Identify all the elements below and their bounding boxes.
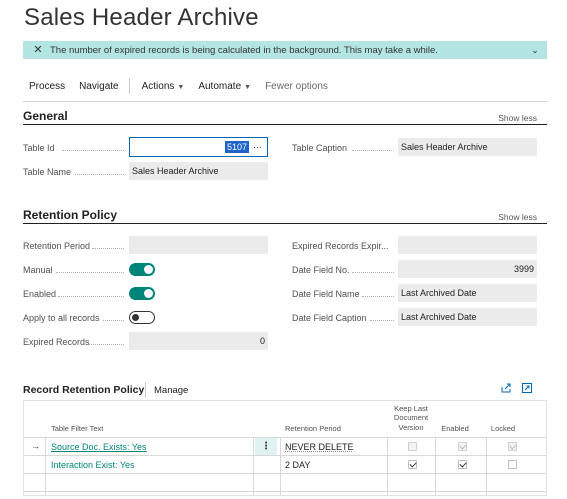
row-filter-link[interactable]: Interaction Exist: Yes — [51, 460, 135, 470]
row-locked-checkbox — [508, 442, 517, 451]
retention-period-field[interactable] — [129, 236, 268, 254]
table-id-label: Table Id — [23, 143, 55, 153]
manual-label: Manual — [23, 265, 53, 275]
column-header-enabled[interactable]: Enabled — [438, 424, 472, 433]
automate-menu[interactable]: Automate ▼ — [198, 81, 251, 92]
chevron-down-icon: ▼ — [177, 83, 185, 91]
date-field-caption-label: Date Field Caption — [292, 313, 367, 323]
grid-column-divider — [486, 437, 487, 495]
manual-toggle[interactable] — [129, 263, 155, 276]
general-section-divider — [23, 124, 547, 125]
column-header-keep-last[interactable]: Keep Last Document Version — [388, 404, 434, 432]
expired-records-expired-field[interactable] — [398, 236, 537, 254]
action-bar-divider — [23, 101, 547, 102]
grid-column-divider — [45, 437, 46, 495]
retention-period-label: Retention Period — [23, 241, 91, 251]
leader-dots — [370, 320, 394, 321]
table-name-field: Sales Header Archive — [129, 162, 268, 180]
leader-dots — [103, 320, 124, 321]
date-field-name-field[interactable]: Last Archived Date — [398, 284, 537, 302]
expand-icon[interactable] — [521, 382, 533, 394]
row-keep-last-checkbox[interactable] — [408, 460, 417, 469]
leader-dots — [352, 272, 394, 273]
column-header-filter[interactable]: Table Filter Text — [51, 424, 103, 433]
actions-menu[interactable]: Actions ▼ — [142, 81, 185, 92]
retention-section-divider — [23, 223, 547, 224]
date-field-name-label: Date Field Name — [292, 289, 360, 299]
row-period[interactable]: 2 DAY — [285, 460, 310, 470]
table-name-label: Table Name — [23, 167, 72, 177]
leader-dots — [92, 248, 124, 249]
enabled-toggle[interactable] — [129, 287, 155, 300]
navigate-menu[interactable]: Navigate — [79, 81, 118, 92]
expired-records-label: Expired Records — [23, 337, 90, 347]
column-header-period[interactable]: Retention Period — [285, 424, 341, 433]
manage-menu[interactable]: Manage — [154, 385, 188, 396]
table-id-input[interactable]: 5107 ··· — [129, 137, 268, 157]
automate-menu-label: Automate — [198, 80, 242, 92]
date-field-caption-field: Last Archived Date — [398, 308, 537, 326]
banner-message: The number of expired records is being c… — [50, 44, 438, 56]
share-icon[interactable] — [500, 382, 512, 394]
leader-dots — [75, 174, 124, 175]
fewer-options-button[interactable]: Fewer options — [265, 81, 328, 92]
leader-dots — [58, 296, 124, 297]
grid-column-divider — [253, 437, 254, 495]
actions-menu-label: Actions — [141, 80, 175, 92]
leader-dots — [89, 344, 124, 345]
row-keep-last-checkbox — [408, 442, 417, 451]
general-section-title[interactable]: General — [23, 109, 68, 123]
grid-column-divider — [280, 437, 281, 495]
general-show-less[interactable]: Show less — [498, 113, 537, 123]
apply-all-toggle[interactable] — [129, 311, 155, 324]
notification-banner: ✕ The number of expired records is being… — [23, 41, 547, 59]
page-title: Sales Header Archive — [24, 4, 259, 31]
leader-dots — [62, 150, 124, 151]
row-enabled-checkbox[interactable] — [458, 460, 467, 469]
retention-section-title[interactable]: Retention Policy — [23, 208, 117, 222]
table-caption-label: Table Caption — [292, 143, 348, 153]
grid-row-divider — [24, 437, 546, 438]
action-bar: Process Navigate Actions ▼ Automate ▼ Fewe… — [23, 75, 547, 97]
row-menu-icon[interactable]: ⋮ — [255, 438, 277, 455]
table-caption-field: Sales Header Archive — [398, 138, 537, 156]
row-locked-checkbox[interactable] — [508, 460, 517, 469]
record-policy-title[interactable]: Record Retention Policy — [23, 384, 144, 396]
row-enabled-checkbox — [458, 442, 467, 451]
expired-records-expired-label: Expired Records Expir... — [292, 241, 389, 251]
close-icon[interactable]: ✕ — [32, 44, 44, 56]
expired-records-field[interactable]: 0 — [129, 332, 268, 350]
date-field-no-label: Date Field No. — [292, 265, 350, 275]
row-filter-link[interactable]: Source Doc. Exists: Yes — [51, 442, 147, 452]
enabled-label: Enabled — [23, 289, 57, 299]
action-separator — [128, 78, 130, 94]
leader-dots — [56, 272, 124, 273]
apply-all-label: Apply to all records — [23, 313, 100, 323]
row-period[interactable]: NEVER DELETE — [285, 442, 354, 452]
grid-row-divider — [24, 455, 546, 456]
process-menu[interactable]: Process — [29, 81, 65, 92]
chevron-down-icon[interactable]: ⌄ — [527, 45, 543, 56]
record-policy-grid: Table Filter Text Retention Period Keep … — [23, 400, 547, 496]
table-id-value: 5107 — [224, 141, 249, 153]
date-field-no-field: 3999 — [398, 260, 537, 278]
grid-column-divider — [387, 437, 388, 495]
retention-show-less[interactable]: Show less — [498, 212, 537, 222]
grid-row-divider — [24, 473, 546, 474]
leader-dots — [362, 296, 394, 297]
grid-row-divider — [24, 491, 546, 492]
column-header-locked[interactable]: Locked — [488, 424, 518, 433]
row-arrow-icon: → — [31, 441, 40, 451]
leader-dots — [352, 150, 394, 151]
grid-column-divider — [435, 437, 436, 495]
part-separator — [145, 382, 146, 398]
lookup-ellipsis-icon[interactable]: ··· — [253, 142, 262, 152]
chevron-down-icon: ▼ — [244, 83, 252, 91]
